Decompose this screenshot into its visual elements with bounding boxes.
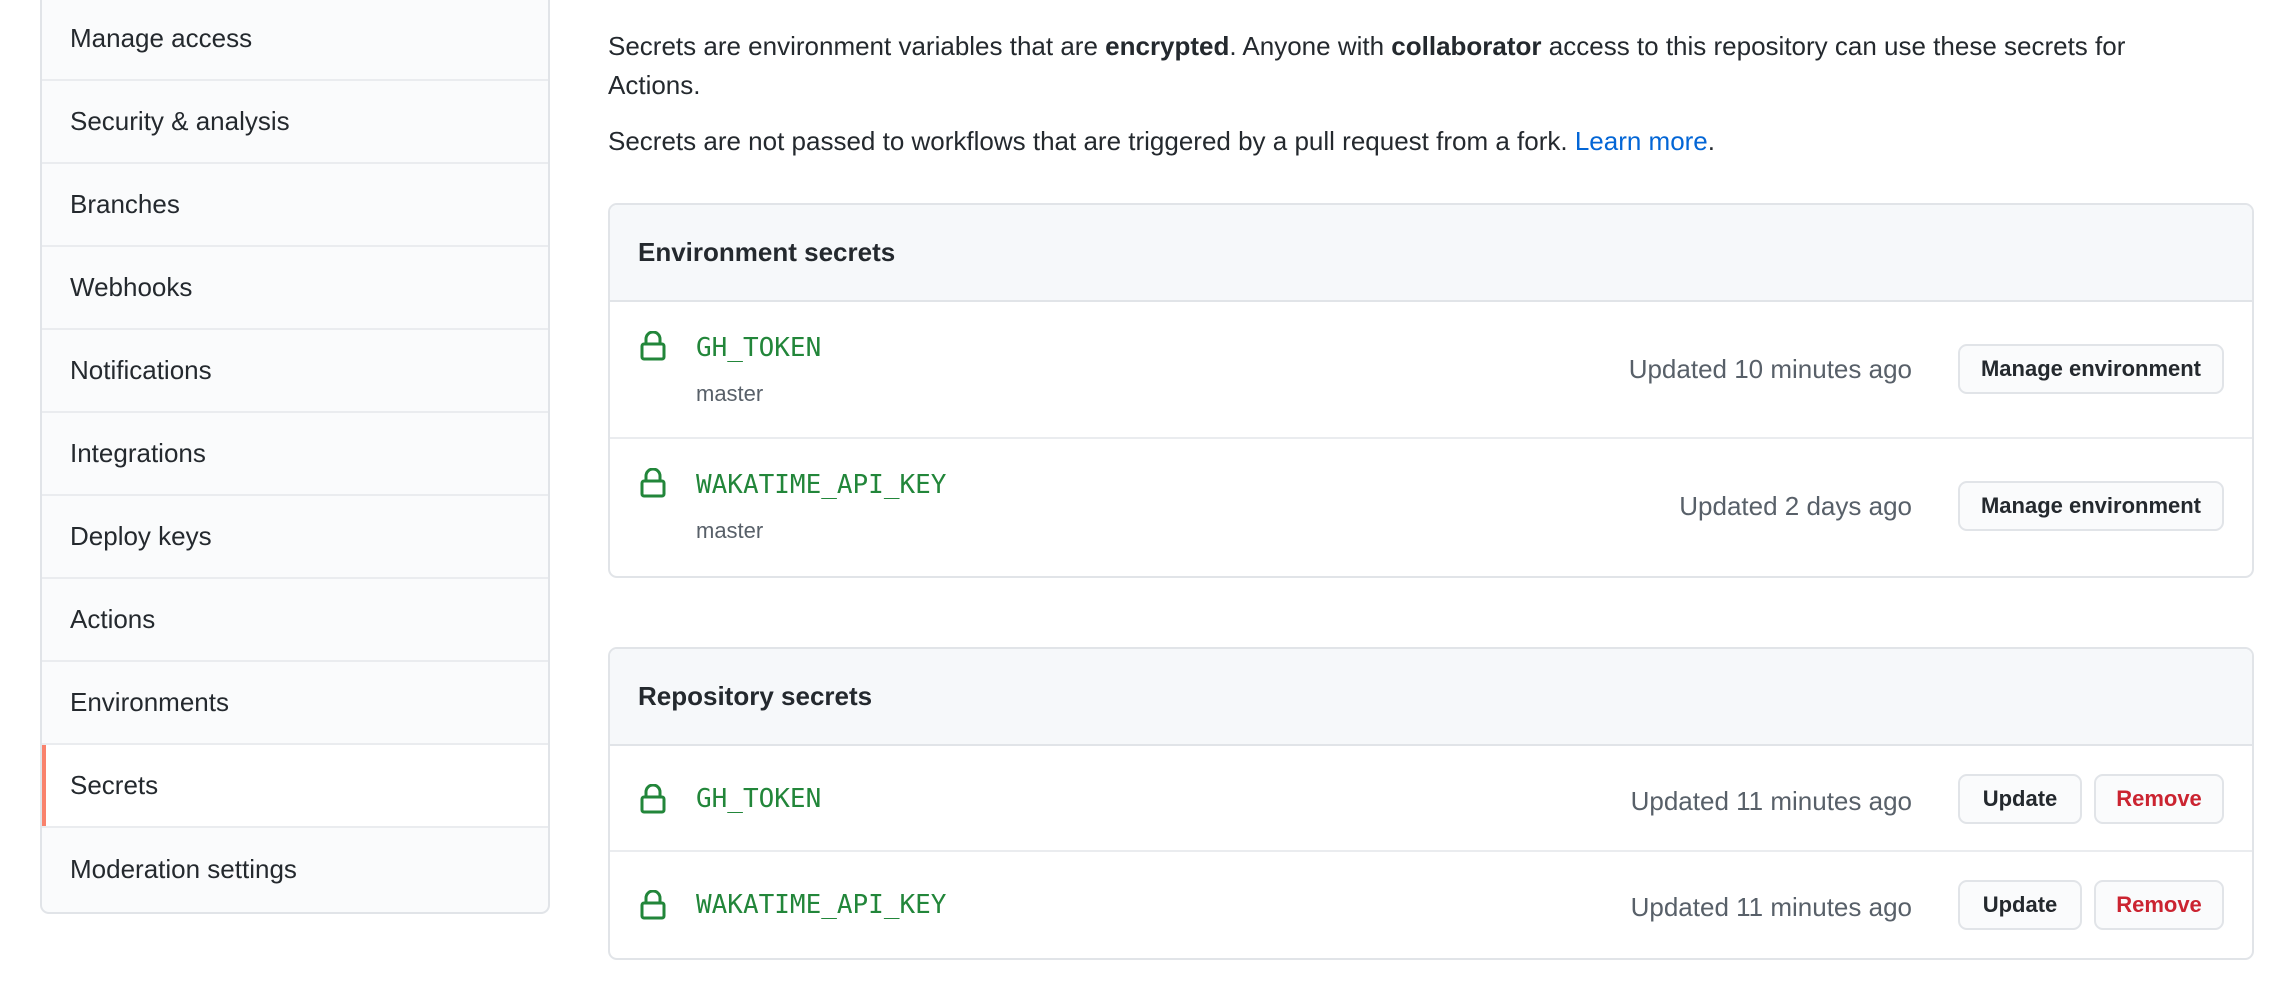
learn-more-link[interactable]: Learn more (1575, 126, 1708, 156)
sidebar-item-label: Secrets (70, 770, 159, 800)
sidebar-item-label: Integrations (70, 438, 206, 468)
sidebar-item-label: Actions (70, 604, 156, 634)
encrypted-emphasis: encrypted (1105, 31, 1230, 61)
sidebar-item-manage-access[interactable]: Manage access (42, 0, 548, 81)
sidebar-item-deploy-keys[interactable]: Deploy keys (42, 496, 548, 579)
environment-secrets-title: Environment secrets (610, 205, 2252, 302)
sidebar-item-label: Deploy keys (70, 521, 212, 551)
manage-environment-button[interactable]: Manage environment (1958, 344, 2224, 394)
secret-environment: master (696, 381, 764, 406)
sidebar-item-label: Webhooks (70, 272, 193, 302)
secret-updated-time: Updated 2 days ago (1679, 491, 1912, 521)
collaborator-emphasis: collaborator (1391, 31, 1542, 61)
sidebar-item-notifications[interactable]: Notifications (42, 330, 548, 413)
secret-updated-time: Updated 11 minutes ago (1630, 786, 1912, 816)
sidebar-item-secrets[interactable]: Secrets (42, 745, 548, 828)
secrets-main: Secrets are environment variables that a… (608, 0, 2254, 960)
secret-name: GH_TOKEN (696, 784, 822, 814)
secret-environment: master (696, 518, 764, 543)
secrets-description: Secrets are environment variables that a… (608, 31, 2126, 100)
sidebar-item-moderation-settings[interactable]: Moderation settings (42, 828, 548, 911)
lock-icon (640, 331, 666, 361)
environment-secret-row: WAKATIME_API_KEY master Updated 2 days a… (610, 439, 2252, 576)
remove-secret-button[interactable]: Remove (2094, 774, 2224, 824)
manage-environment-button[interactable]: Manage environment (1958, 481, 2224, 531)
secret-name: GH_TOKEN (696, 333, 822, 363)
repository-secrets-box: Repository secrets GH_TOKEN Updated 11 m… (608, 647, 2254, 960)
sidebar-item-webhooks[interactable]: Webhooks (42, 247, 548, 330)
repository-secret-row: WAKATIME_API_KEY Updated 11 minutes ago … (610, 852, 2252, 958)
sidebar-item-security-analysis[interactable]: Security & analysis (42, 81, 548, 164)
sidebar-item-label: Moderation settings (70, 854, 297, 884)
sidebar-item-environments[interactable]: Environments (42, 662, 548, 745)
sidebar-item-label: Manage access (70, 23, 253, 53)
lock-icon (640, 468, 666, 498)
secret-updated-time: Updated 10 minutes ago (1628, 354, 1912, 384)
update-secret-button[interactable]: Update (1958, 880, 2082, 930)
sidebar-item-actions[interactable]: Actions (42, 579, 548, 662)
sidebar-item-branches[interactable]: Branches (42, 164, 548, 247)
sidebar-item-label: Branches (70, 189, 180, 219)
environment-secrets-box: Environment secrets GH_TOKEN master Upda… (608, 203, 2254, 578)
sidebar-item-label: Security & analysis (70, 106, 290, 136)
repository-secrets-title: Repository secrets (610, 649, 2252, 746)
fork-notice: Secrets are not passed to workflows that… (608, 126, 1716, 156)
sidebar-item-integrations[interactable]: Integrations (42, 413, 548, 496)
secret-name: WAKATIME_API_KEY (696, 890, 947, 920)
lock-icon (640, 784, 666, 814)
environment-secret-row: GH_TOKEN master Updated 10 minutes ago M… (610, 302, 2252, 439)
update-secret-button[interactable]: Update (1958, 774, 2082, 824)
sidebar-item-label: Notifications (70, 355, 212, 385)
lock-icon (640, 890, 666, 920)
settings-sidebar: Manage access Security & analysis Branch… (40, 0, 550, 914)
sidebar-item-label: Environments (70, 687, 229, 717)
secret-name: WAKATIME_API_KEY (696, 470, 947, 500)
remove-secret-button[interactable]: Remove (2094, 880, 2224, 930)
secret-updated-time: Updated 11 minutes ago (1630, 892, 1912, 922)
settings-page: Manage access Security & analysis Branch… (0, 0, 2286, 986)
repository-secret-row: GH_TOKEN Updated 11 minutes ago Update R… (610, 746, 2252, 852)
